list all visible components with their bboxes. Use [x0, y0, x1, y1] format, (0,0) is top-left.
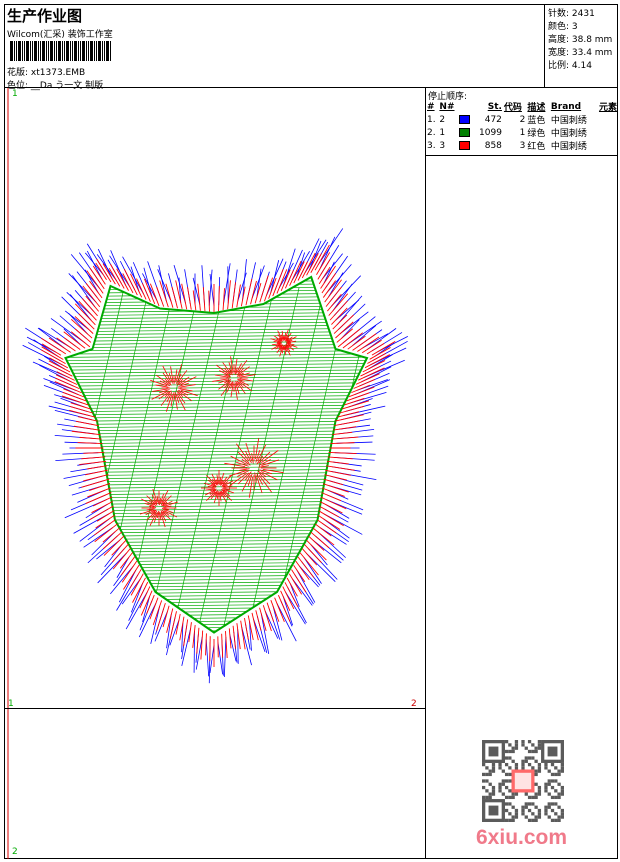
pattern-file: 花版: xt1373.EMB — [7, 65, 85, 78]
row-description: 绿色 — [526, 126, 549, 139]
panel-divider — [426, 155, 618, 156]
page-split-line — [4, 708, 425, 709]
col-swatch — [458, 100, 473, 113]
header: 生产作业图 Wilcom(汇采) 装饰工作室 花版: xt1373.EMB 色位… — [4, 4, 545, 88]
marker-right: 2 — [411, 699, 417, 709]
red-stitches — [41, 245, 395, 667]
row-index: 3. — [426, 139, 438, 152]
color-swatch — [458, 139, 473, 152]
row-code: 3 — [503, 139, 526, 152]
col-code: 代码 — [503, 100, 526, 113]
company-name: Wilcom(汇采) 装饰工作室 — [7, 27, 113, 40]
marker-left: 1 — [8, 699, 14, 709]
col-needle: N# — [438, 100, 458, 113]
row-element — [594, 139, 618, 152]
color-swatch — [458, 126, 473, 139]
marker-top: 1 — [12, 89, 18, 99]
row-stitches: 1099 — [474, 126, 503, 139]
pattern-label: 花版: — [7, 68, 28, 78]
row-stitches: 858 — [474, 139, 503, 152]
design-preview — [4, 88, 425, 859]
barcode — [10, 41, 130, 61]
row-needle: 3 — [438, 139, 458, 152]
row-index: 2. — [426, 126, 438, 139]
col-stitches: St. — [474, 100, 503, 113]
row-element — [594, 126, 618, 139]
stitch-count: 针数: 2431 — [548, 6, 595, 19]
row-code: 1 — [503, 126, 526, 139]
marker-bottom: 2 — [12, 847, 18, 857]
row-description: 红色 — [526, 139, 549, 152]
stop-row: 1. 2 472 2 蓝色 中国刺绣 — [426, 113, 618, 126]
design-scale: 比例: 4.14 — [548, 58, 592, 71]
row-code: 2 — [503, 113, 526, 126]
stop-sequence-table: # N# St. 代码 描述 Brand 元素 1. 2 472 2 蓝色 中国… — [426, 100, 618, 152]
stop-row: 3. 3 858 3 红色 中国刺绣 — [426, 139, 618, 152]
col-brand: Brand — [550, 100, 595, 113]
design-height: 高度: 38.8 mm — [548, 32, 612, 45]
watermark-logo: 6xiu.com — [476, 826, 567, 850]
row-brand: 中国刺绣 — [550, 113, 595, 126]
color-count: 颜色: 3 — [548, 19, 578, 32]
qr-code — [482, 740, 564, 822]
row-needle: 2 — [438, 113, 458, 126]
green-fill-stitches — [44, 264, 425, 668]
color-swatch — [458, 113, 473, 126]
row-needle: 1 — [438, 126, 458, 139]
row-stitches: 472 — [474, 113, 503, 126]
col-element: 元素 — [594, 100, 618, 113]
page-title: 生产作业图 — [7, 5, 82, 26]
col-index: # — [426, 100, 438, 113]
embroidery-drawing — [4, 88, 425, 859]
stop-row: 2. 1 1099 1 绿色 中国刺绣 — [426, 126, 618, 139]
row-description: 蓝色 — [526, 113, 549, 126]
row-brand: 中国刺绣 — [550, 126, 595, 139]
row-brand: 中国刺绣 — [550, 139, 595, 152]
design-stats: 针数: 2431 颜色: 3 高度: 38.8 mm 宽度: 33.4 mm 比… — [545, 4, 618, 88]
col-description: 描述 — [526, 100, 549, 113]
design-width: 宽度: 33.4 mm — [548, 45, 612, 58]
row-element — [594, 113, 618, 126]
pattern-value: xt1373.EMB — [31, 68, 85, 78]
row-index: 1. — [426, 113, 438, 126]
